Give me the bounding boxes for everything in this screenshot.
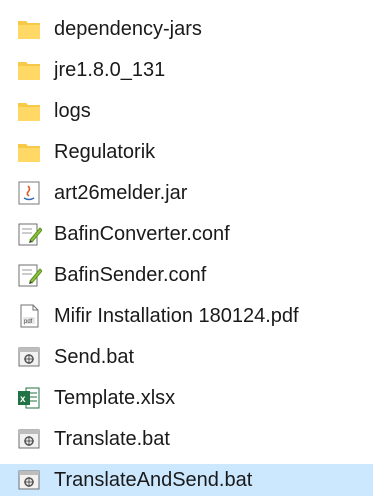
svg-text:x: x bbox=[20, 394, 26, 405]
file-item-jre[interactable]: jre1.8.0_131 bbox=[0, 49, 373, 90]
folder-icon bbox=[16, 57, 42, 83]
file-list: dependency-jars jre1.8.0_131 logs Regula… bbox=[0, 0, 373, 504]
folder-icon bbox=[16, 98, 42, 124]
folder-icon bbox=[16, 16, 42, 42]
file-item-art26melder-jar[interactable]: art26melder.jar bbox=[0, 172, 373, 213]
file-item-regulatorik[interactable]: Regulatorik bbox=[0, 131, 373, 172]
file-item-template-xlsx[interactable]: x Template.xlsx bbox=[0, 377, 373, 418]
file-item-send-bat[interactable]: Send.bat bbox=[0, 336, 373, 377]
file-name: TranslateAndSend.bat bbox=[54, 469, 253, 491]
file-name: art26melder.jar bbox=[54, 181, 188, 204]
batch-file-icon bbox=[16, 344, 42, 370]
excel-file-icon: x bbox=[16, 385, 42, 411]
file-name: Template.xlsx bbox=[54, 386, 176, 409]
file-item-translateandsend-bat[interactable]: TranslateAndSend.bat bbox=[0, 464, 373, 496]
file-name: Translate.bat bbox=[54, 427, 170, 450]
file-name: Mifir Installation 180124.pdf bbox=[54, 304, 299, 327]
file-name: BafinConverter.conf bbox=[54, 222, 230, 245]
file-item-translate-bat[interactable]: Translate.bat bbox=[0, 418, 373, 459]
file-name: jre1.8.0_131 bbox=[54, 58, 166, 81]
pdf-file-icon: pdf bbox=[16, 303, 42, 329]
folder-icon bbox=[16, 139, 42, 165]
file-name: dependency-jars bbox=[54, 17, 202, 40]
config-file-icon bbox=[16, 262, 42, 288]
file-item-dependency-jars[interactable]: dependency-jars bbox=[0, 8, 373, 49]
svg-text:pdf: pdf bbox=[24, 319, 33, 325]
file-name: Send.bat bbox=[54, 345, 135, 368]
batch-file-icon bbox=[16, 426, 42, 452]
file-item-mifir-pdf[interactable]: pdf Mifir Installation 180124.pdf bbox=[0, 295, 373, 336]
file-item-logs[interactable]: logs bbox=[0, 90, 373, 131]
file-name: Regulatorik bbox=[54, 140, 156, 163]
file-item-bafinsender-conf[interactable]: BafinSender.conf bbox=[0, 254, 373, 295]
file-name: logs bbox=[54, 99, 91, 122]
batch-file-icon bbox=[16, 467, 42, 493]
file-name: BafinSender.conf bbox=[54, 263, 207, 286]
config-file-icon bbox=[16, 221, 42, 247]
file-item-bafinconverter-conf[interactable]: BafinConverter.conf bbox=[0, 213, 373, 254]
java-jar-icon bbox=[16, 180, 42, 206]
